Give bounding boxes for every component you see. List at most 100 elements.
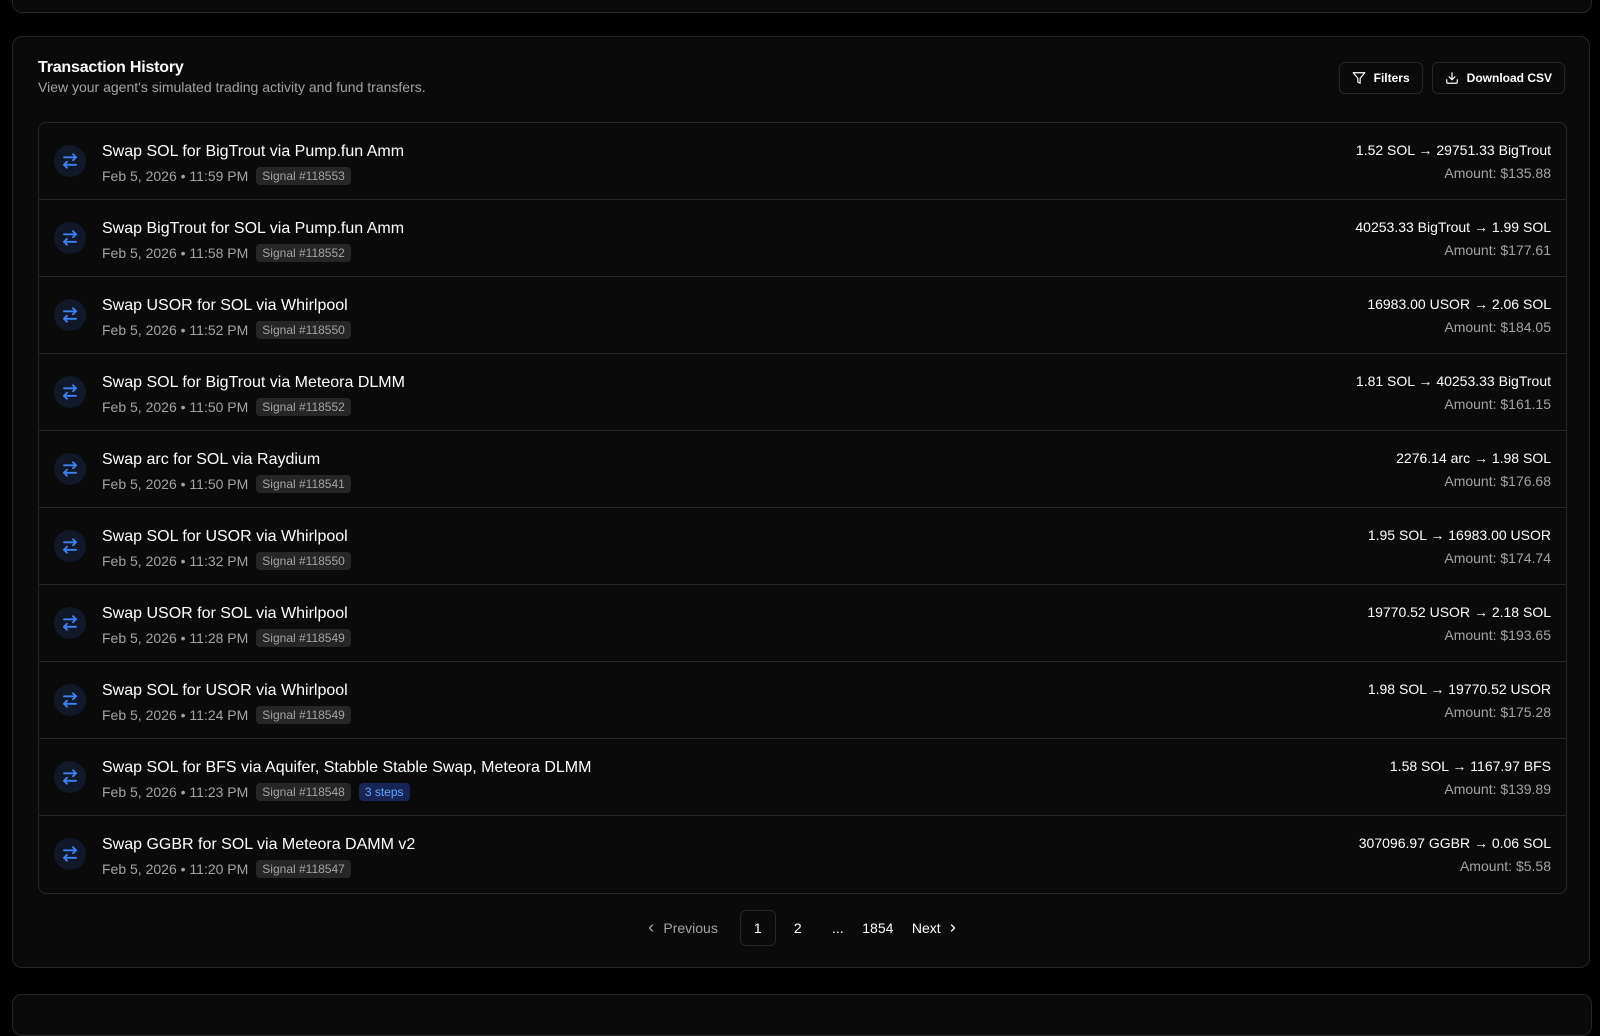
swap-icon <box>54 838 86 870</box>
header-actions: Filters Download CSV <box>1338 62 1565 94</box>
transaction-datetime: Feb 5, 2026 • 11:24 PM <box>102 707 249 723</box>
chevron-left-icon <box>649 924 654 932</box>
transaction-title: Swap GGBR for SOL via Meteora DAMM v2 <box>102 836 416 853</box>
next-page-button[interactable]: Next <box>900 910 971 946</box>
transaction-row[interactable]: Swap GGBR for SOL via Meteora DAMM v2 Feb… <box>39 816 1566 893</box>
transaction-row[interactable]: Swap SOL for USOR via Whirlpool Feb 5, 20… <box>39 508 1566 585</box>
transaction-usd-amount: Amount: $135.88 <box>1444 165 1551 181</box>
transaction-meta: Feb 5, 2026 • 11:50 PM Signal #118541 <box>102 475 351 493</box>
transaction-values: 1.58 SOL → 1167.97 BFS Amount: $139.89 <box>1390 758 1551 797</box>
transaction-title: Swap arc for SOL via Raydium <box>102 451 321 468</box>
transaction-row[interactable]: Swap USOR for SOL via Whirlpool Feb 5, 20… <box>39 277 1566 354</box>
transaction-usd-amount: Amount: $174.74 <box>1444 550 1551 566</box>
transaction-meta: Feb 5, 2026 • 11:28 PM Signal #118549 <box>102 629 351 647</box>
transaction-title: Swap SOL for USOR via Whirlpool <box>102 682 348 699</box>
transaction-usd-amount: Amount: $139.89 <box>1444 781 1551 797</box>
signal-badge: Signal #118549 <box>256 629 351 647</box>
transaction-values: 2276.14 arc → 1.98 SOL Amount: $176.68 <box>1396 450 1551 489</box>
transaction-title: Swap USOR for SOL via Whirlpool <box>102 297 348 314</box>
transaction-swap-amounts: 1.98 SOL → 19770.52 USOR <box>1367 681 1551 697</box>
transaction-title: Swap SOL for BFS via Aquifer, Stabble St… <box>102 759 592 776</box>
swap-icon <box>54 530 86 562</box>
page-button-2[interactable]: 2 <box>780 910 816 946</box>
page-button-last[interactable]: 1854 <box>860 910 896 946</box>
swap-icon <box>54 761 86 793</box>
next-card <box>12 994 1592 1036</box>
transaction-datetime: Feb 5, 2026 • 11:58 PM <box>102 245 249 261</box>
transaction-meta: Feb 5, 2026 • 11:23 PM Signal #118548 3 st… <box>102 783 410 801</box>
download-csv-label: Download CSV <box>1466 71 1552 85</box>
transaction-title: Swap BigTrout for SOL via Pump.fun Amm <box>102 220 405 237</box>
swap-icon <box>54 222 86 254</box>
transaction-title: Swap SOL for USOR via Whirlpool <box>102 528 348 545</box>
signal-badge: Signal #118553 <box>256 167 351 185</box>
transaction-usd-amount: Amount: $161.15 <box>1444 396 1551 412</box>
filters-button[interactable]: Filters <box>1338 62 1423 94</box>
transaction-values: 1.98 SOL → 19770.52 USOR Amount: $175.28 <box>1368 681 1551 720</box>
transaction-swap-amounts: 1.58 SOL → 1167.97 BFS <box>1389 758 1551 774</box>
chevron-right-icon <box>950 924 955 932</box>
transaction-row[interactable]: Swap arc for SOL via Raydium Feb 5, 2026 … <box>39 431 1566 508</box>
transaction-datetime: Feb 5, 2026 • 11:59 PM <box>102 168 249 184</box>
transaction-title: Swap SOL for BigTrout via Pump.fun Amm <box>102 143 405 160</box>
transaction-meta: Feb 5, 2026 • 11:52 PM Signal #118550 <box>102 321 351 339</box>
signal-badge: Signal #118541 <box>256 475 351 493</box>
transaction-datetime: Feb 5, 2026 • 11:50 PM <box>102 476 249 492</box>
signal-badge: Signal #118550 <box>256 552 351 570</box>
transaction-row[interactable]: Swap SOL for BFS via Aquifer, Stabble St… <box>39 739 1566 816</box>
swap-icon <box>54 607 86 639</box>
previous-card <box>12 0 1592 13</box>
steps-badge: 3 steps <box>358 783 410 801</box>
transaction-datetime: Feb 5, 2026 • 11:23 PM <box>102 784 249 800</box>
signal-badge: Signal #118550 <box>256 321 351 339</box>
card-subtitle: View your agent's simulated trading acti… <box>38 79 426 95</box>
transaction-list: Swap SOL for BigTrout via Pump.fun Amm Fe… <box>38 122 1567 894</box>
previous-page-button[interactable]: Previous <box>631 910 735 946</box>
transaction-usd-amount: Amount: $184.05 <box>1444 319 1551 335</box>
pagination: Previous 1 2 ... 1854 Next <box>13 910 1589 946</box>
transaction-datetime: Feb 5, 2026 • 11:50 PM <box>102 399 249 415</box>
previous-label: Previous <box>663 920 718 936</box>
swap-icon <box>54 376 86 408</box>
download-csv-button[interactable]: Download CSV <box>1431 62 1565 94</box>
transaction-usd-amount: Amount: $175.28 <box>1444 704 1551 720</box>
transaction-values: 307096.97 GGBR → 0.06 SOL Amount: $5.58 <box>1359 835 1551 874</box>
signal-badge: Signal #118547 <box>256 860 351 878</box>
transaction-swap-amounts: 40253.33 BigTrout → 1.99 SOL <box>1355 219 1551 235</box>
transaction-values: 1.52 SOL → 29751.33 BigTrout Amount: $135… <box>1356 142 1551 181</box>
transaction-row[interactable]: Swap SOL for BigTrout via Meteora DLMM Fe… <box>39 354 1566 431</box>
next-label: Next <box>911 920 941 936</box>
page-button-1[interactable]: 1 <box>739 910 776 946</box>
transaction-title: Swap USOR for SOL via Whirlpool <box>102 605 348 622</box>
transaction-row[interactable]: Swap SOL for BigTrout via Pump.fun Amm Fe… <box>39 123 1566 200</box>
signal-badge: Signal #118549 <box>256 706 351 724</box>
transaction-usd-amount: Amount: $176.68 <box>1444 473 1551 489</box>
signal-badge: Signal #118548 <box>256 783 351 801</box>
filter-icon <box>1352 72 1366 84</box>
transaction-swap-amounts: 1.81 SOL → 40253.33 BigTrout <box>1355 373 1551 389</box>
swap-icon <box>54 145 86 177</box>
transaction-datetime: Feb 5, 2026 • 11:28 PM <box>102 630 249 646</box>
transaction-swap-amounts: 1.52 SOL → 29751.33 BigTrout <box>1355 142 1551 158</box>
transaction-meta: Feb 5, 2026 • 11:50 PM Signal #118552 <box>102 398 351 416</box>
swap-icon <box>54 453 86 485</box>
transaction-meta: Feb 5, 2026 • 11:32 PM Signal #118550 <box>102 552 351 570</box>
signal-badge: Signal #118552 <box>256 244 351 262</box>
transaction-usd-amount: Amount: $177.61 <box>1444 242 1551 258</box>
transaction-datetime: Feb 5, 2026 • 11:52 PM <box>102 322 249 338</box>
transaction-row[interactable]: Swap BigTrout for SOL via Pump.fun Amm Fe… <box>39 200 1566 277</box>
transaction-values: 1.81 SOL → 40253.33 BigTrout Amount: $161… <box>1356 373 1551 412</box>
transaction-values: 40253.33 BigTrout → 1.99 SOL Amount: $177… <box>1355 219 1551 258</box>
transaction-swap-amounts: 307096.97 GGBR → 0.06 SOL <box>1358 835 1551 851</box>
transaction-usd-amount: Amount: $5.58 <box>1459 858 1551 874</box>
card-title: Transaction History <box>38 59 184 76</box>
transaction-usd-amount: Amount: $193.65 <box>1444 627 1551 643</box>
transaction-row[interactable]: Swap SOL for USOR via Whirlpool Feb 5, 20… <box>39 662 1566 739</box>
transaction-title: Swap SOL for BigTrout via Meteora DLMM <box>102 374 405 391</box>
transaction-values: 19770.52 USOR → 2.18 SOL Amount: $193.65 <box>1367 604 1551 643</box>
transaction-values: 16983.00 USOR → 2.06 SOL Amount: $184.05 <box>1367 296 1551 335</box>
transaction-meta: Feb 5, 2026 • 11:24 PM Signal #118549 <box>102 706 351 724</box>
transaction-row[interactable]: Swap USOR for SOL via Whirlpool Feb 5, 20… <box>39 585 1566 662</box>
transaction-swap-amounts: 16983.00 USOR → 2.06 SOL <box>1367 296 1551 312</box>
download-icon <box>1445 72 1458 84</box>
